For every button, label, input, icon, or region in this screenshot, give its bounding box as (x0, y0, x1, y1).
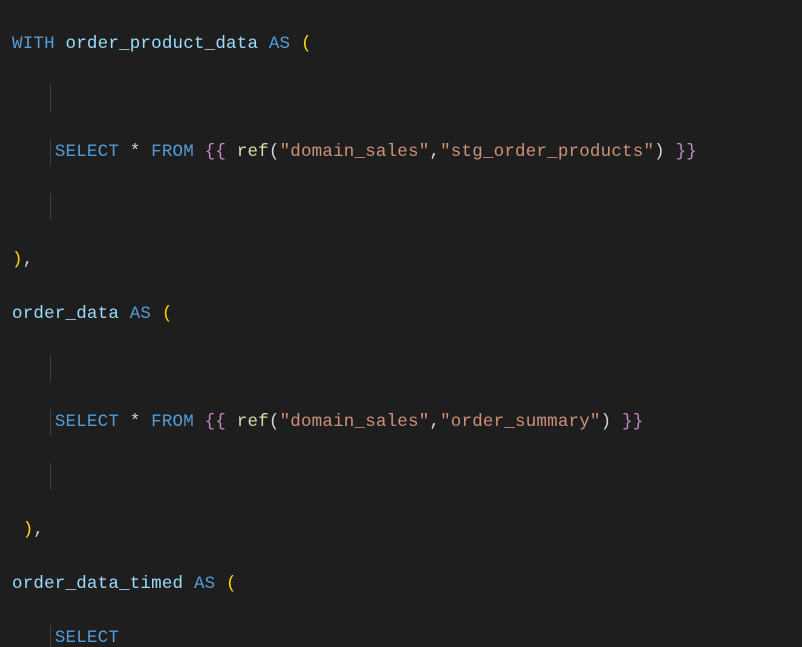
code-line (0, 355, 802, 382)
identifier: order_product_data (66, 34, 259, 54)
paren-open: ( (162, 304, 173, 324)
paren-open: ( (301, 34, 312, 54)
code-line: ), (0, 517, 802, 544)
code-line: order_data AS ( (0, 301, 802, 328)
comma: , (429, 412, 440, 432)
code-line (0, 85, 802, 112)
keyword-from: FROM (151, 412, 194, 432)
identifier: order_data (12, 304, 119, 324)
function-ref: ref (237, 142, 269, 162)
keyword-from: FROM (151, 142, 194, 162)
code-line: SELECT * FROM {{ ref("domain_sales","stg… (0, 139, 802, 166)
paren-open: ( (269, 412, 280, 432)
paren-open: ( (269, 142, 280, 162)
code-line: ), (0, 247, 802, 274)
keyword-as: AS (269, 34, 290, 54)
paren-close: ) (601, 412, 612, 432)
paren-close: ) (12, 250, 23, 270)
string: "domain_sales" (280, 142, 430, 162)
paren-close: ) (23, 520, 34, 540)
string: "domain_sales" (280, 412, 430, 432)
keyword-as: AS (130, 304, 151, 324)
keyword-with: WITH (12, 34, 55, 54)
keyword-select: SELECT (55, 142, 119, 162)
function-ref: ref (237, 412, 269, 432)
code-line: WITH order_product_data AS ( (0, 31, 802, 58)
comma: , (33, 520, 44, 540)
jinja-open: {{ (205, 412, 226, 432)
paren-open: ( (226, 574, 237, 594)
code-line: SELECT (0, 625, 802, 647)
keyword-as: AS (194, 574, 215, 594)
keyword-select: SELECT (55, 412, 119, 432)
paren-close: ) (654, 142, 665, 162)
code-line (0, 193, 802, 220)
code-line (0, 463, 802, 490)
comma: , (429, 142, 440, 162)
string: "stg_order_products" (440, 142, 654, 162)
jinja-open: {{ (205, 142, 226, 162)
jinja-close: }} (676, 142, 697, 162)
comma: , (23, 250, 34, 270)
identifier: order_data_timed (12, 574, 183, 594)
star: * (130, 142, 141, 162)
star: * (130, 412, 141, 432)
keyword-select: SELECT (55, 628, 119, 647)
code-line: order_data_timed AS ( (0, 571, 802, 598)
code-line: SELECT * FROM {{ ref("domain_sales","ord… (0, 409, 802, 436)
string: "order_summary" (440, 412, 601, 432)
jinja-close: }} (622, 412, 643, 432)
code-editor[interactable]: WITH order_product_data AS ( SELECT * FR… (0, 0, 802, 647)
